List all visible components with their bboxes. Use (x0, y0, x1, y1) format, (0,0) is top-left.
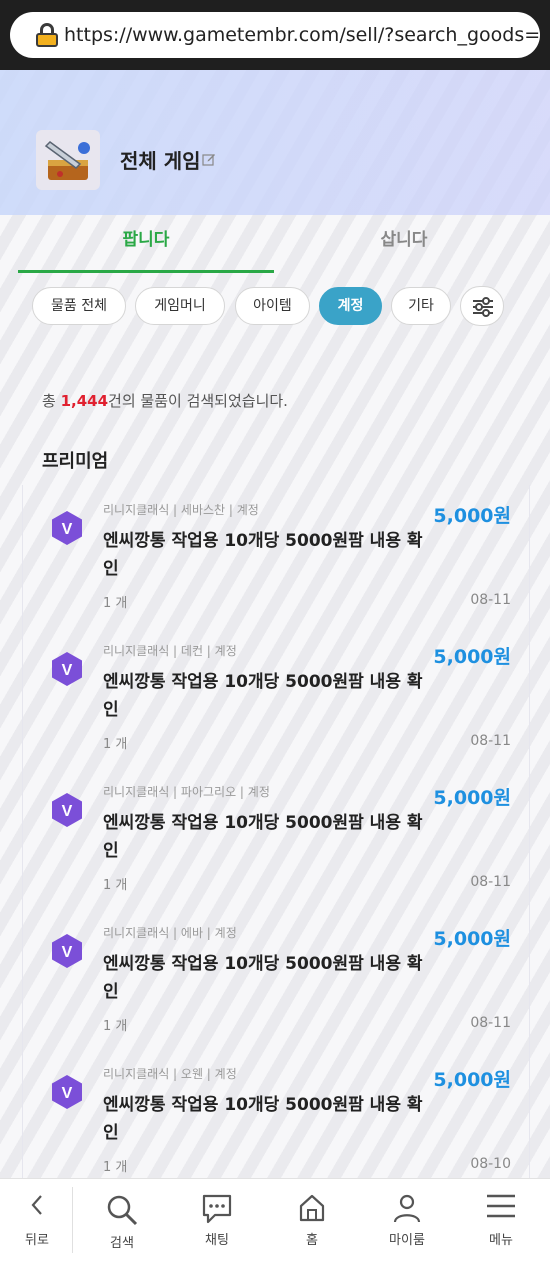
item-quantity: 1 개 (103, 1160, 128, 1175)
chevron-left-icon (31, 1195, 42, 1215)
browser-chrome: https://www.gametembr.com/sell/?search_g… (0, 0, 550, 70)
filter-etc[interactable]: 기타 (391, 287, 451, 325)
item-date: 08-11 (470, 733, 511, 749)
filter-game-money[interactable]: 게임머니 (135, 287, 225, 325)
item-meta: 리니지클래식 | 파아그리오 | 계정 (103, 785, 270, 799)
game-logo-icon (36, 130, 100, 190)
list-item[interactable]: V 리니지클래식 | 파아그리오 | 계정 5,000원 엔씨깡통 작업용 10… (23, 767, 529, 908)
item-quantity: 1 개 (103, 878, 128, 893)
result-count: 총 1,444건의 물품이 검색되었습니다. (42, 390, 288, 411)
item-date: 08-10 (470, 1156, 511, 1172)
item-price: 5,000원 (433, 1069, 511, 1091)
nav-back-label: 뒤로 (25, 1233, 49, 1248)
item-price: 5,000원 (433, 928, 511, 950)
nav-myroom-label: 마이룸 (389, 1233, 425, 1248)
list-item[interactable]: V 리니지클래식 | 오웬 | 계정 5,000원 엔씨깡통 작업용 10개당 … (23, 1049, 529, 1190)
item-price: 5,000원 (433, 787, 511, 809)
nav-home[interactable]: 홈 (267, 1179, 357, 1261)
item-title[interactable]: 엔씨깡통 작업용 10개당 5000원팜 내용 확인 (103, 668, 423, 724)
result-number: 1,444 (60, 392, 109, 410)
item-price: 5,000원 (433, 646, 511, 668)
nav-chat[interactable]: 채팅 (172, 1179, 262, 1261)
badge-letter: V (62, 521, 73, 538)
item-meta: 리니지클래식 | 데컨 | 계정 (103, 644, 237, 658)
item-quantity: 1 개 (103, 1019, 128, 1034)
nav-chat-label: 채팅 (205, 1233, 229, 1248)
address-bar[interactable]: https://www.gametembr.com/sell/?search_g… (10, 12, 540, 58)
section-title-premium: 프리미엄 (42, 451, 109, 472)
badge-letter: V (62, 944, 73, 961)
filter-settings-button[interactable] (460, 286, 504, 326)
item-quantity: 1 개 (103, 596, 128, 611)
item-date: 08-11 (470, 1015, 511, 1031)
nav-back[interactable]: 뒤로 (0, 1179, 82, 1261)
url-text[interactable]: https://www.gametembr.com/sell/?search_g… (64, 24, 540, 46)
nav-menu[interactable]: 메뉴 (456, 1179, 546, 1261)
item-quantity: 1 개 (103, 737, 128, 752)
page-title: 전체 게임 (120, 149, 201, 173)
verified-badge-icon: V (51, 1074, 83, 1110)
item-title[interactable]: 엔씨깡통 작업용 10개당 5000원팜 내용 확인 (103, 527, 423, 583)
listing-list: V 리니지클래식 | 세바스찬 | 계정 5,000원 엔씨깡통 작업용 10개… (22, 485, 530, 1190)
nav-divider (72, 1187, 73, 1253)
sliders-icon (473, 297, 493, 317)
item-title[interactable]: 엔씨깡통 작업용 10개당 5000원팜 내용 확인 (103, 809, 423, 865)
result-prefix: 총 (42, 392, 61, 410)
verified-badge-icon: V (51, 651, 83, 687)
badge-letter: V (62, 1085, 73, 1102)
verified-badge-icon: V (51, 792, 83, 828)
home-icon (299, 1194, 325, 1222)
search-icon (107, 1195, 138, 1226)
hamburger-menu-icon (487, 1194, 515, 1218)
item-meta: 리니지클래식 | 에바 | 계정 (103, 926, 237, 940)
nav-home-label: 홈 (306, 1233, 318, 1248)
item-title[interactable]: 엔씨깡통 작업용 10개당 5000원팜 내용 확인 (103, 950, 423, 1006)
lock-icon (36, 23, 58, 47)
item-title[interactable]: 엔씨깡통 작업용 10개당 5000원팜 내용 확인 (103, 1091, 423, 1147)
filter-account[interactable]: 계정 (319, 287, 382, 325)
badge-letter: V (62, 662, 73, 679)
list-item[interactable]: V 리니지클래식 | 데컨 | 계정 5,000원 엔씨깡통 작업용 10개당 … (23, 626, 529, 767)
tab-buy[interactable]: 삽니다 (276, 225, 532, 270)
verified-badge-icon: V (51, 933, 83, 969)
nav-search-label: 검색 (110, 1236, 134, 1251)
list-item[interactable]: V 리니지클래식 | 에바 | 계정 5,000원 엔씨깡통 작업용 10개당 … (23, 908, 529, 1049)
edit-icon[interactable] (202, 152, 216, 166)
chat-icon (202, 1194, 232, 1224)
item-date: 08-11 (470, 592, 511, 608)
nav-menu-label: 메뉴 (489, 1233, 513, 1248)
tab-sell[interactable]: 팝니다 (18, 225, 274, 273)
item-price: 5,000원 (433, 505, 511, 527)
item-meta: 리니지클래식 | 세바스찬 | 계정 (103, 503, 259, 517)
item-date: 08-11 (470, 874, 511, 890)
nav-myroom[interactable]: 마이룸 (362, 1179, 452, 1261)
result-suffix: 건의 물품이 검색되었습니다. (108, 392, 288, 410)
badge-letter: V (62, 803, 73, 820)
filter-item[interactable]: 아이템 (235, 287, 310, 325)
item-meta: 리니지클래식 | 오웬 | 계정 (103, 1067, 237, 1081)
bottom-nav: 뒤로 검색 채팅 홈 마이룸 메뉴 (0, 1178, 550, 1261)
filter-all[interactable]: 물품 전체 (32, 287, 126, 325)
list-item[interactable]: V 리니지클래식 | 세바스찬 | 계정 5,000원 엔씨깡통 작업용 10개… (23, 485, 529, 626)
user-icon (393, 1194, 421, 1223)
nav-search[interactable]: 검색 (77, 1179, 167, 1261)
verified-badge-icon: V (51, 510, 83, 546)
